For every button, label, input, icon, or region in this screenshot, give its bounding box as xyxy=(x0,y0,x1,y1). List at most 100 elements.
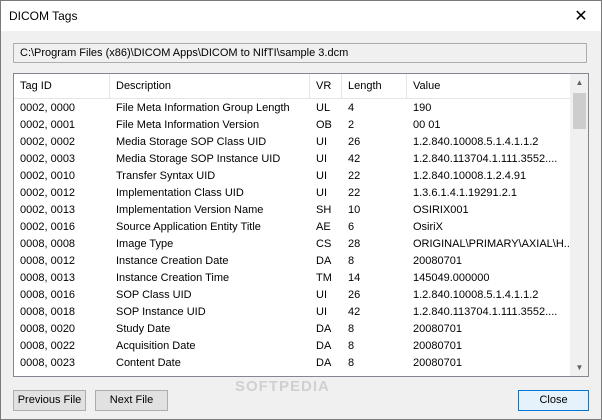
column-header-tag-id[interactable]: Tag ID xyxy=(14,74,110,98)
length-cell: 26 xyxy=(348,289,361,301)
table-row[interactable]: 0008, 0022 Acquisition Date DA 8 20080701 xyxy=(14,338,572,355)
description-cell: File Meta Information Version xyxy=(116,119,260,131)
table-row[interactable]: 0002, 0016 Source Application Entity Titl… xyxy=(14,219,572,236)
vr-cell: UL xyxy=(316,102,331,114)
description-cell: Transfer Syntax UID xyxy=(116,170,216,182)
table-row[interactable]: 0002, 0012 Implementation Class UID UI 22 1.… xyxy=(14,185,572,202)
length-cell: 42 xyxy=(348,306,361,318)
vr-cell: UI xyxy=(316,170,327,182)
length-cell: 28 xyxy=(348,238,361,250)
tag-id-cell: 0002, 0010 xyxy=(20,170,76,182)
value-cell: 00 01 xyxy=(413,119,441,131)
description-cell: Content Date xyxy=(116,357,181,369)
list-header: Tag ID Description VR Length Value xyxy=(14,74,572,99)
tag-id-cell: 0008, 0018 xyxy=(20,306,76,318)
vr-cell: UI xyxy=(316,306,327,318)
value-cell: 190 xyxy=(413,102,432,114)
watermark: SOFTPEDIA xyxy=(235,378,330,395)
previous-file-button[interactable]: Previous File xyxy=(13,390,86,411)
length-cell: 6 xyxy=(348,221,355,233)
tag-id-cell: 0008, 0023 xyxy=(20,357,76,369)
length-cell: 26 xyxy=(348,136,361,148)
length-cell: 2 xyxy=(348,119,355,131)
vr-cell: OB xyxy=(316,119,332,131)
close-button[interactable]: Close xyxy=(518,390,589,411)
value-cell: 1.2.840.113704.1.111.3552.... xyxy=(413,153,558,165)
vr-cell: UI xyxy=(316,136,327,148)
table-row[interactable]: 0008, 0012 Instance Creation Date DA 8 20080… xyxy=(14,253,572,270)
length-cell: 8 xyxy=(348,323,355,335)
tag-id-cell: 0002, 0012 xyxy=(20,187,76,199)
description-cell: File Meta Information Group Length xyxy=(116,102,290,114)
description-cell: Instance Creation Time xyxy=(116,272,230,284)
table-row[interactable]: 0008, 0008 Image Type CS 28 ORIGINAL\PRIMARY… xyxy=(14,236,572,253)
length-cell: 8 xyxy=(348,255,355,267)
value-cell: OSIRIX001 xyxy=(413,204,469,216)
table-row[interactable]: 0008, 0020 Study Date DA 8 20080701 xyxy=(14,321,572,338)
length-cell: 8 xyxy=(348,357,355,369)
vr-cell: AE xyxy=(316,221,331,233)
table-row[interactable]: 0002, 0001 File Meta Information Version O… xyxy=(14,117,572,134)
description-cell: Instance Creation Date xyxy=(116,255,229,267)
value-cell: 20080701 xyxy=(413,255,462,267)
table-row[interactable]: 0008, 0013 Instance Creation Time TM 14 1450… xyxy=(14,270,572,287)
table-row[interactable]: 0002, 0003 Media Storage SOP Instance UID… xyxy=(14,151,572,168)
length-cell: 42 xyxy=(348,153,361,165)
column-header-length[interactable]: Length xyxy=(342,74,407,98)
length-cell: 8 xyxy=(348,340,355,352)
table-row[interactable]: 0008, 0018 SOP Instance UID UI 42 1.2.840.11… xyxy=(14,304,572,321)
window-title: DICOM Tags xyxy=(9,9,78,23)
value-cell: 1.2.840.10008.5.1.4.1.1.2 xyxy=(413,136,539,148)
value-cell: 145049.000000 xyxy=(413,272,490,284)
tag-id-cell: 0008, 0012 xyxy=(20,255,76,267)
length-cell: 22 xyxy=(348,187,361,199)
scroll-up-icon[interactable]: ▲ xyxy=(571,74,588,91)
column-header-description[interactable]: Description xyxy=(110,74,310,98)
tag-id-cell: 0008, 0013 xyxy=(20,272,76,284)
column-header-vr[interactable]: VR xyxy=(310,74,342,98)
vertical-scrollbar[interactable]: ▲ ▼ xyxy=(570,74,588,376)
description-cell: Implementation Class UID xyxy=(116,187,244,199)
length-cell: 22 xyxy=(348,170,361,182)
vr-cell: CS xyxy=(316,238,332,250)
vr-cell: DA xyxy=(316,340,332,352)
value-cell: 20080701 xyxy=(413,357,462,369)
tag-id-cell: 0008, 0020 xyxy=(20,323,76,335)
value-cell: 1.3.6.1.4.1.19291.2.1 xyxy=(413,187,517,199)
title-bar: DICOM Tags ✕ xyxy=(1,1,601,31)
table-row[interactable]: 0002, 0002 Media Storage SOP Class UID UI 2… xyxy=(14,134,572,151)
scroll-down-icon[interactable]: ▼ xyxy=(571,359,588,376)
table-row[interactable]: 0008, 0016 SOP Class UID UI 26 1.2.840.10008… xyxy=(14,287,572,304)
table-row[interactable]: 0002, 0010 Transfer Syntax UID UI 22 1.2.840… xyxy=(14,168,572,185)
column-header-value[interactable]: Value xyxy=(407,74,572,98)
vr-cell: DA xyxy=(316,323,332,335)
table-row[interactable]: 0002, 0013 Implementation Version Name SH 1… xyxy=(14,202,572,219)
value-cell: 1.2.840.10008.5.1.4.1.1.2 xyxy=(413,289,539,301)
table-row[interactable]: 0008, 0023 Content Date DA 8 20080701 xyxy=(14,355,572,372)
file-path-field: C:\Program Files (x86)\DICOM Apps\DICOM … xyxy=(13,43,587,63)
value-cell: OsiriX xyxy=(413,221,443,233)
scroll-thumb[interactable] xyxy=(573,93,586,129)
vr-cell: UI xyxy=(316,289,327,301)
next-file-button[interactable]: Next File xyxy=(95,390,168,411)
tag-id-cell: 0002, 0016 xyxy=(20,221,76,233)
close-icon[interactable]: ✕ xyxy=(561,1,601,31)
vr-cell: UI xyxy=(316,187,327,199)
tag-id-cell: 0008, 0022 xyxy=(20,340,76,352)
tag-id-cell: 0002, 0001 xyxy=(20,119,76,131)
description-cell: Media Storage SOP Class UID xyxy=(116,136,267,148)
tag-id-cell: 0002, 0013 xyxy=(20,204,76,216)
vr-cell: TM xyxy=(316,272,332,284)
dicom-tags-window: DICOM Tags ✕ C:\Program Files (x86)\DICO… xyxy=(0,0,602,420)
tags-list[interactable]: Tag ID Description VR Length Value 0002,… xyxy=(13,73,589,377)
length-cell: 10 xyxy=(348,204,361,216)
description-cell: Media Storage SOP Instance UID xyxy=(116,153,281,165)
tag-id-cell: 0002, 0003 xyxy=(20,153,76,165)
table-row[interactable]: 0002, 0000 File Meta Information Group Le… xyxy=(14,100,572,117)
description-cell: Source Application Entity Title xyxy=(116,221,261,233)
value-cell: ORIGINAL\PRIMARY\AXIAL\H... xyxy=(413,238,572,250)
vr-cell: UI xyxy=(316,153,327,165)
vr-cell: DA xyxy=(316,255,332,267)
description-cell: SOP Class UID xyxy=(116,289,192,301)
description-cell: SOP Instance UID xyxy=(116,306,206,318)
